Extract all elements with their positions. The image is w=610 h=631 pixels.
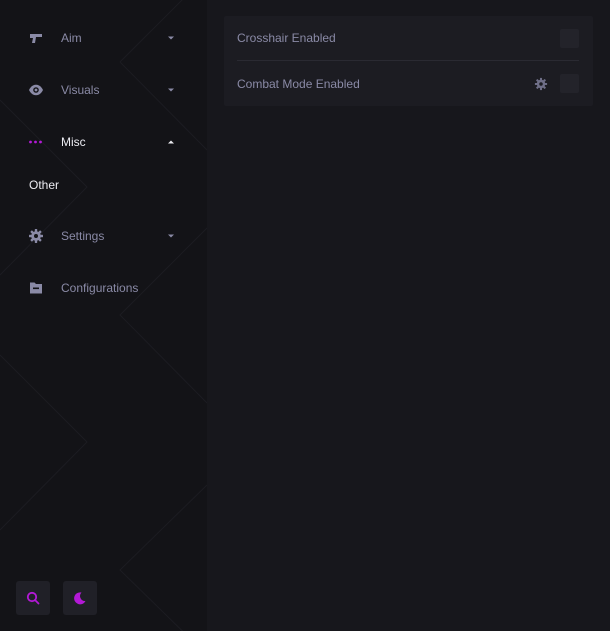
search-icon [26,591,40,605]
gear-icon[interactable] [534,77,548,91]
sidebar-item-configurations[interactable]: Configurations [0,268,207,308]
settings-panel: Crosshair Enabled Combat Mode Enabled [224,16,593,106]
sidebar-item-visuals[interactable]: Visuals [0,70,207,110]
sidebar-item-label: Misc [61,135,86,149]
moon-icon [74,592,86,605]
gear-icon [29,229,43,243]
sidebar-item-label: Visuals [61,83,100,97]
eye-icon [29,84,43,96]
sidebar-item-misc[interactable]: Misc [0,122,207,162]
sidebar-item-settings[interactable]: Settings [0,216,207,256]
app-window: Aim Visuals Misc Other Settings Configur… [0,0,610,631]
search-button[interactable] [16,581,50,615]
setting-label: Crosshair Enabled [237,31,336,45]
crosshair-enabled-checkbox[interactable] [560,29,579,48]
sidebar-item-label: Configurations [61,281,139,295]
sidebar: Aim Visuals Misc Other Settings Configur… [0,0,207,631]
main-content: Crosshair Enabled Combat Mode Enabled [207,0,610,631]
chevron-down-icon [168,88,174,92]
sidebar-item-aim[interactable]: Aim [0,18,207,58]
sidebar-item-label: Settings [61,229,105,243]
chevron-down-icon [168,36,174,40]
chevron-down-icon [168,234,174,238]
dots-icon [29,140,42,144]
theme-toggle-button[interactable] [63,581,97,615]
folder-icon [30,282,42,294]
setting-label: Combat Mode Enabled [237,76,360,91]
sidebar-item-label: Aim [61,31,82,45]
sidebar-subitem-other[interactable]: Other [29,178,59,192]
setting-row-combat-mode: Combat Mode Enabled [237,61,579,106]
chevron-up-icon [168,140,174,144]
combat-mode-enabled-checkbox[interactable] [560,74,579,93]
pistol-icon [30,34,42,43]
setting-row-crosshair: Crosshair Enabled [237,16,579,61]
